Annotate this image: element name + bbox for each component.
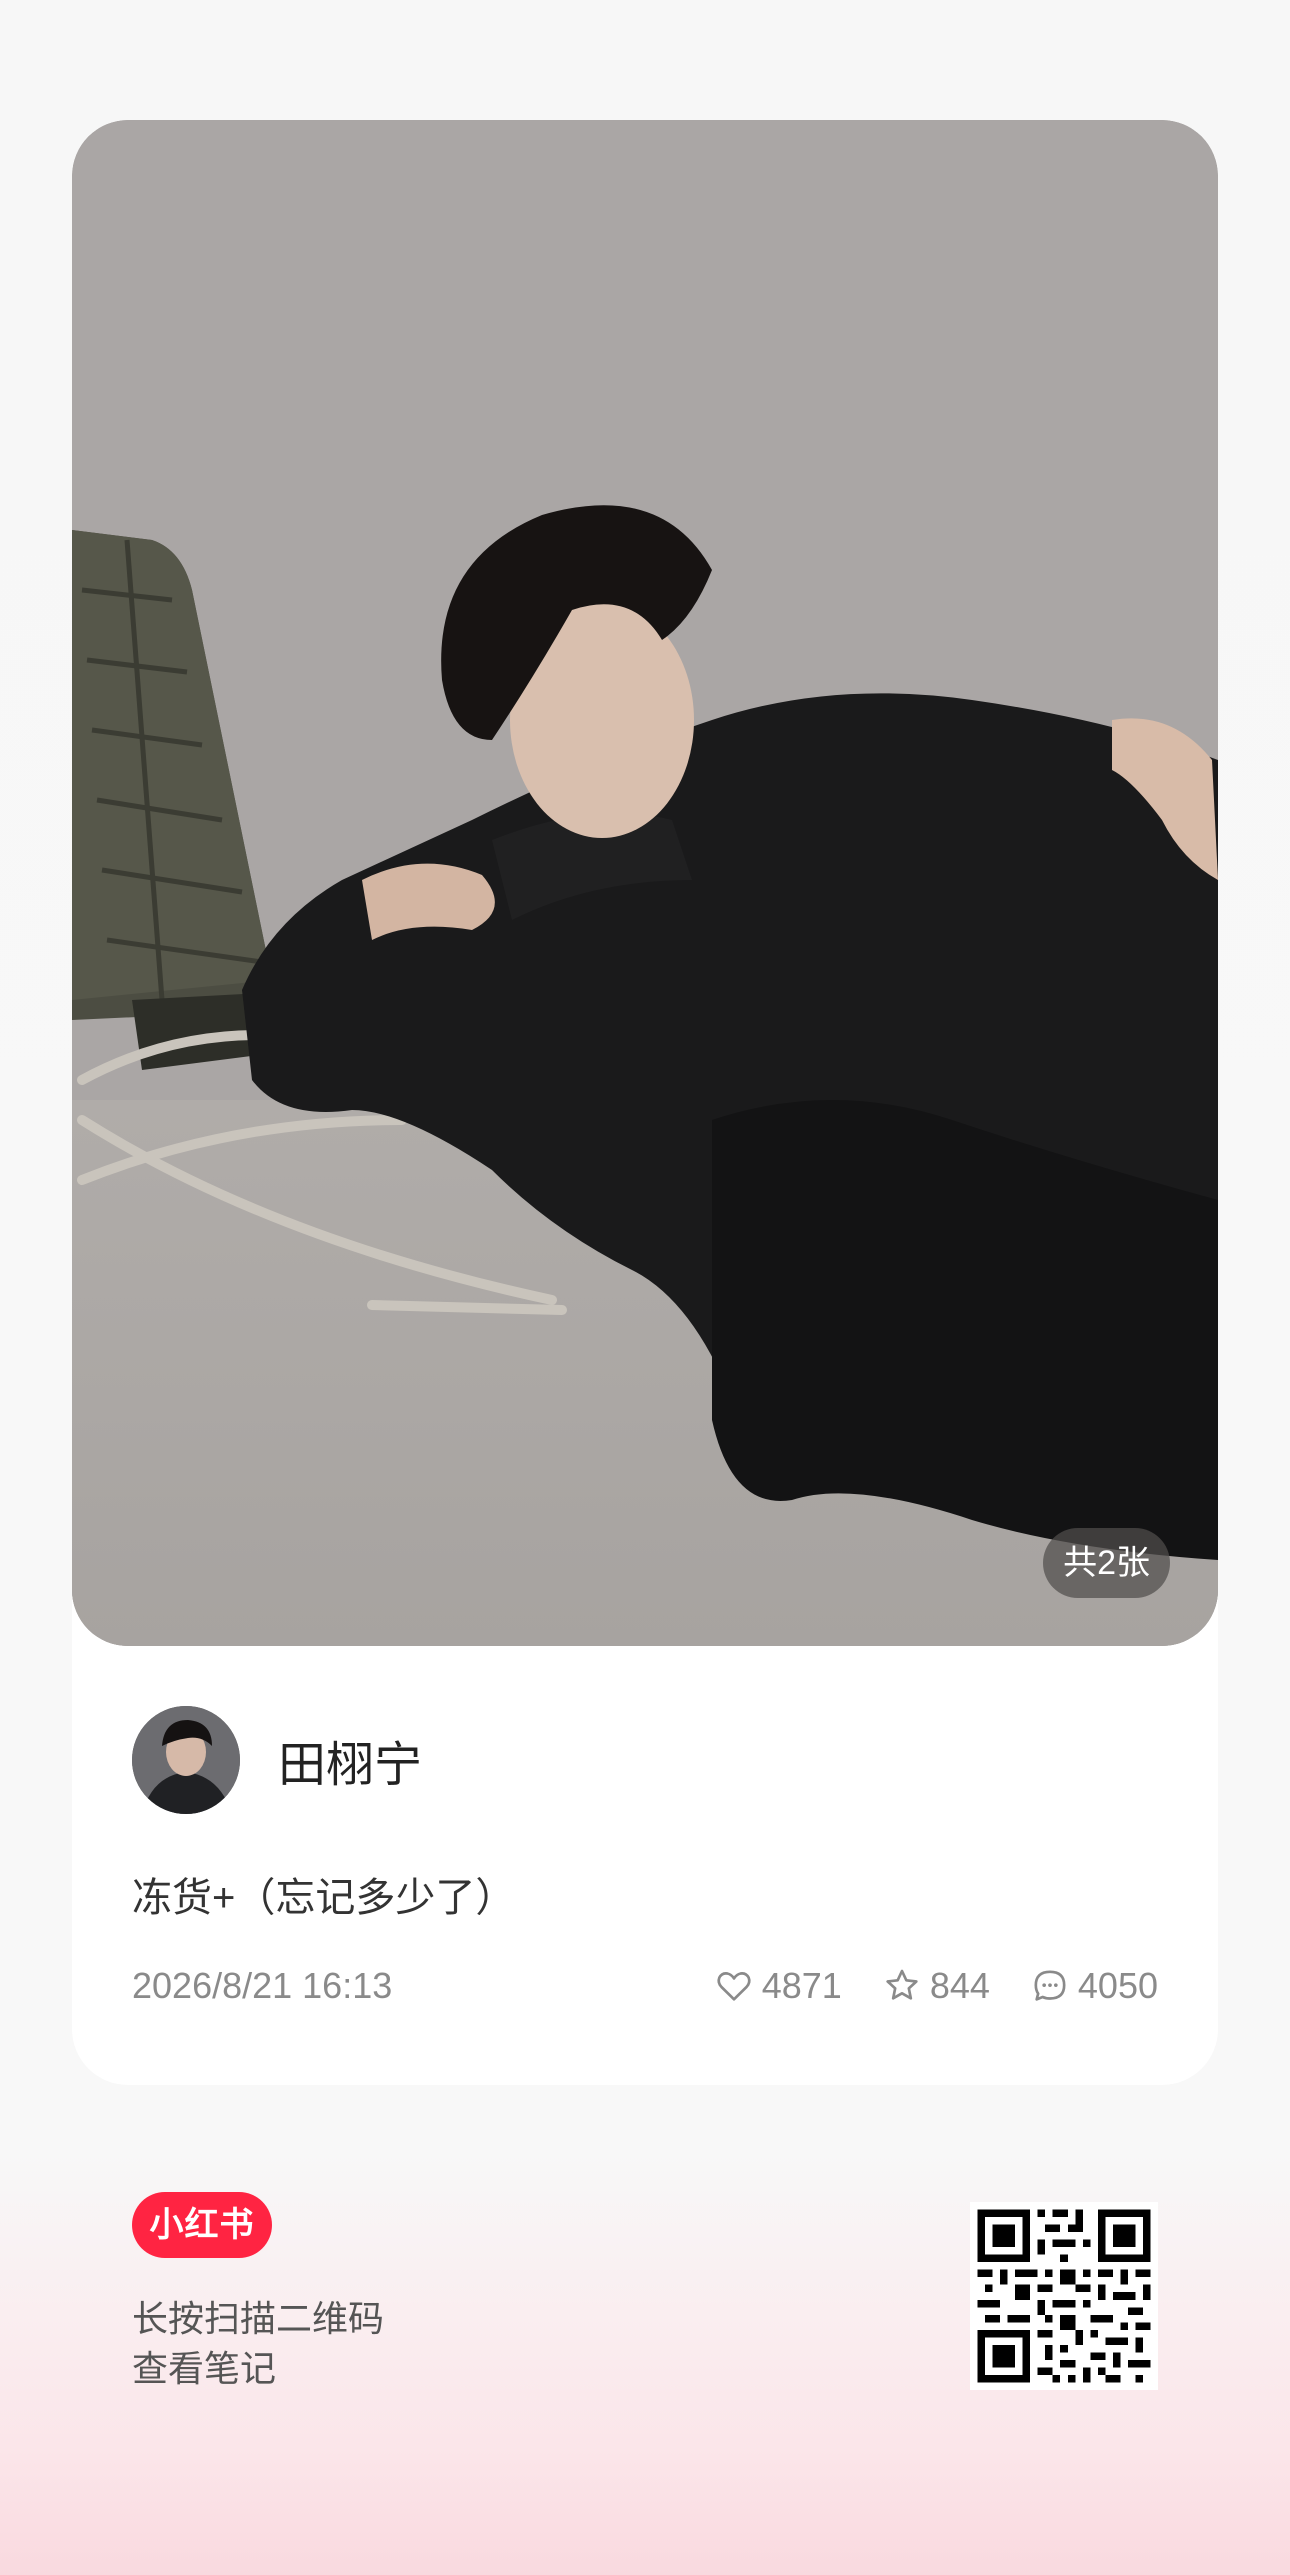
- comment-icon: [1034, 1970, 1066, 2001]
- note-card[interactable]: 共2张 田栩宁 冻货+（忘记多少了） 2026/8/21 16:13 4871: [72, 120, 1218, 2085]
- comment-stat[interactable]: 4050: [1030, 1965, 1158, 2007]
- favorite-stat[interactable]: 844: [882, 1965, 990, 2007]
- author-row[interactable]: 田栩宁: [132, 1706, 422, 1814]
- post-photo[interactable]: 共2张: [72, 120, 1218, 1646]
- post-date: 2026/8/21 16:13: [132, 1965, 393, 2006]
- scan-hint-line2: 查看笔记: [132, 2348, 277, 2389]
- scan-hint: 长按扫描二维码 查看笔记: [132, 2294, 384, 2394]
- avatar[interactable]: [132, 1706, 240, 1814]
- author-name[interactable]: 田栩宁: [278, 1725, 422, 1795]
- like-stat[interactable]: 4871: [714, 1965, 842, 2007]
- scan-hint-line1: 长按扫描二维码: [132, 2298, 385, 2339]
- favorite-count: 844: [929, 1965, 990, 2006]
- avatar-image: [132, 1706, 240, 1814]
- post-meta: 2026/8/21 16:13 4871 844 4050: [132, 1958, 1158, 2014]
- post-photo-illustration: [72, 120, 1218, 1646]
- image-count-badge: 共2张: [1043, 1528, 1170, 1598]
- xiaohongshu-logo: 小红书: [132, 2192, 272, 2258]
- post-stats: 4871 844 4050: [674, 1965, 1158, 2007]
- comment-count: 4050: [1077, 1965, 1158, 2006]
- qr-code-pattern: [970, 2202, 1158, 2390]
- qr-code[interactable]: [970, 2202, 1158, 2390]
- star-icon: [886, 1969, 918, 2000]
- like-count: 4871: [761, 1965, 842, 2006]
- heart-icon: [717, 1972, 751, 2001]
- post-caption: 冻货+（忘记多少了）: [132, 1876, 516, 1920]
